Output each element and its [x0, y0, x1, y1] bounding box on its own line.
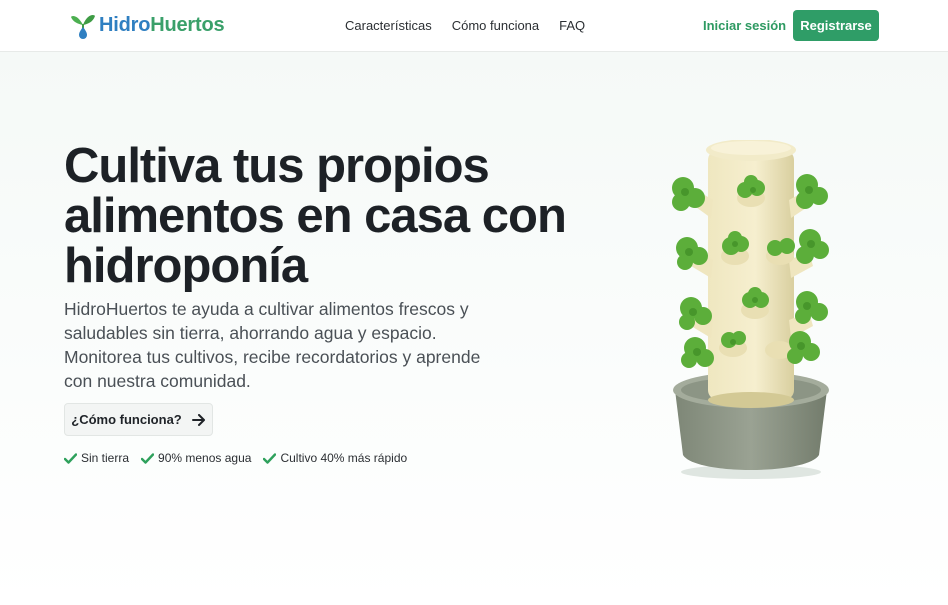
- arrow-right-icon: [191, 413, 205, 426]
- brand-logo[interactable]: HidroHuertos: [70, 10, 225, 40]
- top-navbar: HidroHuertos Características Cómo funcio…: [0, 0, 948, 52]
- brand-name: HidroHuertos: [99, 13, 225, 37]
- feature-label: Cultivo 40% más rápido: [280, 451, 408, 465]
- check-icon: [64, 452, 77, 464]
- brand-name-part1: Hidro: [99, 13, 151, 36]
- main-nav: Características Cómo funciona FAQ: [345, 18, 585, 33]
- hero-section: Cultiva tus propios alimentos en casa co…: [0, 52, 948, 605]
- login-link[interactable]: Iniciar sesión: [703, 18, 786, 33]
- check-icon: [263, 452, 277, 464]
- hero-title: Cultiva tus propios alimentos en casa co…: [64, 139, 567, 293]
- feature-item: Cultivo 40% más rápido: [263, 451, 407, 465]
- feature-label: 90% menos agua: [158, 451, 252, 465]
- nav-link-faq[interactable]: FAQ: [559, 18, 585, 33]
- check-icon: [141, 452, 155, 464]
- feature-list: Sin tierra 90% menos agua Cultivo 40% má…: [64, 451, 407, 465]
- hero-subtitle: HidroHuertos te ayuda a cultivar aliment…: [64, 299, 481, 391]
- nav-link-caracteristicas[interactable]: Características: [345, 18, 432, 33]
- feature-label: Sin tierra: [81, 451, 130, 465]
- brand-name-part2: Huertos: [150, 13, 225, 36]
- feature-item: 90% menos agua: [141, 451, 251, 465]
- nav-link-como-funciona[interactable]: Cómo funciona: [452, 18, 539, 33]
- feature-item: Sin tierra: [64, 451, 129, 465]
- how-it-works-button[interactable]: ¿Cómo funciona?: [64, 403, 213, 436]
- signup-button[interactable]: Registrarse: [793, 10, 879, 41]
- hydroponic-tower-illustration: [672, 140, 829, 479]
- sprout-drop-icon: [71, 14, 95, 39]
- how-it-works-label: ¿Cómo funciona?: [71, 412, 182, 427]
